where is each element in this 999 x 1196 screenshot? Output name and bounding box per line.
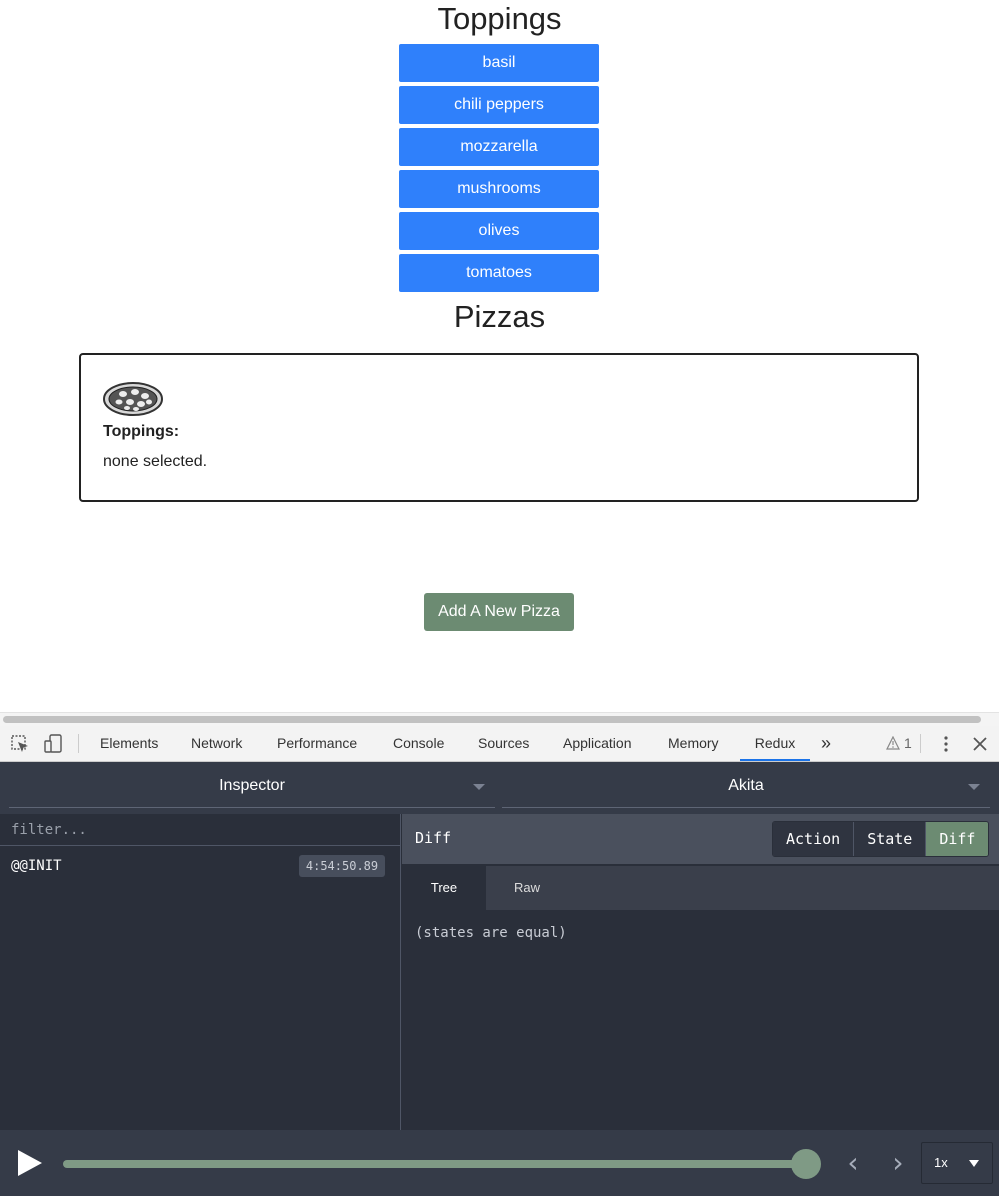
next-icon[interactable]: ›	[886, 1149, 910, 1177]
action-timestamp: 4:54:50.89	[299, 855, 385, 877]
toppings-heading: Toppings	[437, 1, 562, 36]
diff-content: (states are equal)	[415, 925, 567, 941]
playback-speed-select[interactable]: 1x	[921, 1142, 993, 1184]
inspector-tab-group: Action State Diff	[772, 821, 990, 857]
toolbar-divider	[78, 734, 79, 753]
pizzas-heading: Pizzas	[453, 299, 546, 334]
action-name: @@INIT	[11, 858, 62, 874]
pizza-toppings-value: none selected.	[103, 453, 208, 470]
action-list-pane: @@INIT 4:54:50.89	[0, 814, 401, 1130]
toppings-list: basil chili peppers mozzarella mushrooms…	[399, 44, 599, 296]
chevron-down-icon	[473, 784, 485, 790]
kebab-menu-icon[interactable]	[936, 734, 956, 754]
timeline-slider[interactable]	[63, 1160, 805, 1168]
chevron-down-icon	[968, 784, 980, 790]
tab-state[interactable]: State	[854, 822, 927, 856]
tab-elements[interactable]: Elements	[100, 726, 158, 761]
redux-devtools-panel: Inspector Akita @@INIT 4:54:50.89 Diff A…	[0, 762, 999, 1196]
app-page: Toppings basil chili peppers mozzarella …	[0, 0, 999, 712]
chevron-down-icon	[969, 1160, 979, 1167]
tab-redux[interactable]: Redux	[740, 726, 810, 761]
slider-footer: ‹ › 1x	[0, 1130, 999, 1196]
page-horizontal-scrollbar[interactable]	[0, 712, 999, 726]
tab-sources[interactable]: Sources	[478, 726, 529, 761]
devtools-toolbar: Elements Network Performance Console Sou…	[0, 726, 999, 762]
action-filter-input[interactable]	[0, 814, 400, 846]
device-toolbar-icon[interactable]	[43, 734, 63, 754]
playback-speed-value: 1x	[934, 1155, 948, 1170]
tab-diff[interactable]: Diff	[926, 822, 989, 856]
tab-application[interactable]: Application	[563, 726, 632, 761]
inspector-header: Diff Action State Diff	[402, 814, 999, 864]
tab-network[interactable]: Network	[191, 726, 242, 761]
inspector-pane: Diff Action State Diff Tree Raw (states …	[402, 814, 999, 1130]
subtab-raw[interactable]: Raw	[486, 866, 568, 910]
pizza-icon	[103, 382, 163, 416]
play-icon[interactable]	[18, 1150, 42, 1176]
toolbar-divider	[920, 734, 921, 753]
store-select-value: Akita	[728, 777, 764, 794]
inspector-subtabs: Tree Raw	[402, 866, 999, 910]
close-icon[interactable]	[970, 734, 990, 754]
topping-button-olives[interactable]: olives	[399, 212, 599, 250]
monitor-select-value: Inspector	[219, 777, 285, 794]
topping-button-basil[interactable]: basil	[399, 44, 599, 82]
more-tabs-icon[interactable]: »	[821, 726, 831, 761]
tab-action[interactable]: Action	[773, 822, 855, 856]
topping-button-tomatoes[interactable]: tomatoes	[399, 254, 599, 292]
tab-memory[interactable]: Memory	[668, 726, 719, 761]
subtab-tree[interactable]: Tree	[402, 866, 486, 910]
timeline-slider-thumb[interactable]	[791, 1149, 821, 1179]
inspector-title: Diff	[415, 829, 452, 847]
action-list-item[interactable]: @@INIT 4:54:50.89	[0, 848, 400, 884]
topping-button-mozzarella[interactable]: mozzarella	[399, 128, 599, 166]
tab-console[interactable]: Console	[393, 726, 444, 761]
warning-count[interactable]: 1	[904, 726, 912, 761]
warning-icon	[886, 736, 900, 750]
tab-performance[interactable]: Performance	[277, 726, 357, 761]
inspect-element-icon[interactable]	[10, 734, 30, 754]
monitor-select[interactable]: Inspector	[9, 771, 495, 808]
topping-button-mushrooms[interactable]: mushrooms	[399, 170, 599, 208]
store-select[interactable]: Akita	[502, 771, 990, 808]
add-new-pizza-button[interactable]: Add A New Pizza	[424, 593, 574, 631]
redux-header: Inspector Akita	[0, 762, 999, 814]
pizza-toppings-label: Toppings:	[103, 423, 180, 440]
previous-icon[interactable]: ‹	[841, 1149, 865, 1177]
pizza-card: Toppings: none selected.	[79, 353, 919, 502]
scrollbar-thumb[interactable]	[3, 716, 981, 723]
topping-button-chili-peppers[interactable]: chili peppers	[399, 86, 599, 124]
